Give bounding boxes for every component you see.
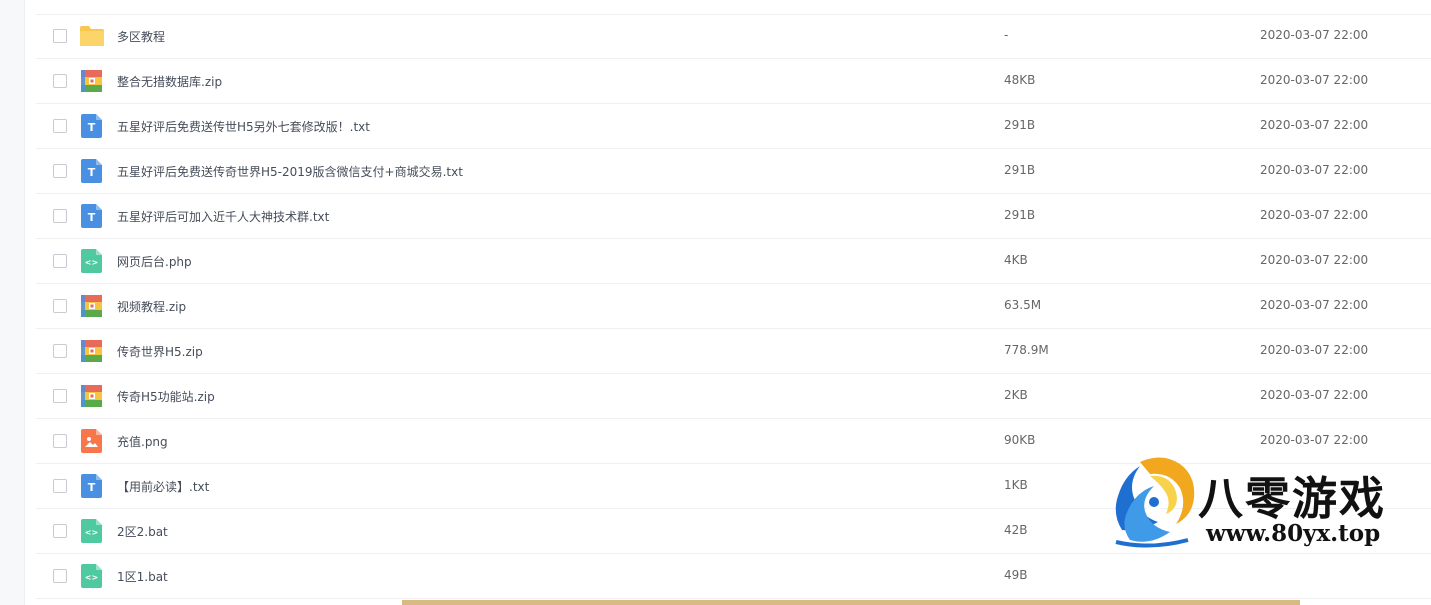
file-size: -	[1004, 28, 1009, 42]
file-row[interactable]: 视频教程.zip 63.5M 2020-03-07 22:00	[36, 284, 1431, 329]
svg-text:T: T	[88, 166, 96, 179]
row-checkbox[interactable]	[53, 164, 67, 178]
row-checkbox[interactable]	[53, 389, 67, 403]
file-row[interactable]: T 五星好评后免费送传世H5另外七套修改版！.txt 291B 2020-03-07 …	[36, 104, 1431, 149]
file-name[interactable]: 充值.png	[117, 433, 168, 450]
row-checkbox[interactable]	[53, 29, 67, 43]
watermark-url: www.80yx.top	[1206, 520, 1381, 547]
text-file-icon: T	[81, 114, 102, 138]
row-checkbox[interactable]	[53, 434, 67, 448]
bottom-accent-bar	[402, 600, 1300, 605]
left-gutter	[0, 0, 25, 605]
row-checkbox[interactable]	[53, 524, 67, 538]
zip-icon	[81, 70, 102, 92]
file-name[interactable]: 整合无措数据库.zip	[117, 73, 222, 90]
svg-text:T: T	[88, 121, 96, 134]
folder-icon	[80, 26, 104, 46]
file-name[interactable]: 网页后台.php	[117, 253, 192, 270]
file-name[interactable]: 视频教程.zip	[117, 298, 186, 315]
file-size: 4KB	[1004, 253, 1028, 267]
file-size: 291B	[1004, 163, 1036, 177]
file-modified-date: 2020-03-07 22:00	[1260, 73, 1369, 87]
code-file-icon: <>	[81, 519, 102, 543]
file-modified-date: 2020-03-07 22:00	[1260, 28, 1369, 42]
file-size: 291B	[1004, 208, 1036, 222]
file-name[interactable]: 传奇世界H5.zip	[117, 343, 203, 360]
watermark-title: 八零游戏	[1198, 472, 1387, 525]
file-modified-date: 2020-03-07 22:00	[1260, 298, 1369, 312]
file-row[interactable]: 传奇世界H5.zip 778.9M 2020-03-07 22:00	[36, 329, 1431, 374]
file-name[interactable]: 2区2.bat	[117, 523, 168, 540]
svg-text:<>: <>	[85, 528, 98, 537]
file-size: 2KB	[1004, 388, 1028, 402]
watermark: 八零游戏 www.80yx.top	[1110, 452, 1420, 552]
file-row[interactable]: T 五星好评后免费送传奇世界H5-2019版含微信支付+商城交易.txt 291B 2…	[36, 149, 1431, 194]
code-file-icon: <>	[81, 564, 102, 588]
text-file-icon: T	[81, 204, 102, 228]
row-checkbox[interactable]	[53, 209, 67, 223]
row-checkbox[interactable]	[53, 254, 67, 268]
row-checkbox[interactable]	[53, 569, 67, 583]
file-size: 1KB	[1004, 478, 1028, 492]
file-modified-date: 2020-03-07 22:00	[1260, 433, 1369, 447]
file-list-header	[36, 0, 1431, 15]
row-checkbox[interactable]	[53, 344, 67, 358]
file-name[interactable]: 五星好评后免费送传世H5另外七套修改版！.txt	[117, 118, 370, 135]
svg-text:T: T	[88, 211, 96, 224]
file-modified-date: 2020-03-07 22:00	[1260, 118, 1369, 132]
zip-icon	[81, 385, 102, 407]
file-size: 49B	[1004, 568, 1028, 582]
file-size: 778.9M	[1004, 343, 1049, 357]
text-file-icon: T	[81, 159, 102, 183]
watermark-logo-icon	[1115, 457, 1195, 548]
svg-text:<>: <>	[85, 258, 98, 267]
file-row[interactable]: <> 1区1.bat 49B	[36, 554, 1431, 599]
zip-icon	[81, 295, 102, 317]
image-file-icon	[81, 429, 102, 453]
svg-text:T: T	[88, 481, 96, 494]
file-modified-date: 2020-03-07 22:00	[1260, 388, 1369, 402]
file-row[interactable]: T 五星好评后可加入近千人大神技术群.txt 291B 2020-03-07 22:0…	[36, 194, 1431, 239]
file-size: 63.5M	[1004, 298, 1042, 312]
file-row[interactable]: <> 网页后台.php 4KB 2020-03-07 22:00	[36, 239, 1431, 284]
file-name[interactable]: 五星好评后可加入近千人大神技术群.txt	[117, 208, 329, 225]
file-row[interactable]: 整合无措数据库.zip 48KB 2020-03-07 22:00	[36, 59, 1431, 104]
file-size: 42B	[1004, 523, 1028, 537]
file-name[interactable]: 传奇H5功能站.zip	[117, 388, 215, 405]
row-checkbox[interactable]	[53, 479, 67, 493]
file-name[interactable]: 【用前必读】.txt	[117, 478, 209, 495]
file-name[interactable]: 多区教程	[117, 28, 165, 45]
code-file-icon: <>	[81, 249, 102, 273]
file-modified-date: 2020-03-07 22:00	[1260, 253, 1369, 267]
row-checkbox[interactable]	[53, 299, 67, 313]
svg-text:<>: <>	[85, 573, 98, 582]
file-name[interactable]: 1区1.bat	[117, 568, 168, 585]
file-name[interactable]: 五星好评后免费送传奇世界H5-2019版含微信支付+商城交易.txt	[117, 163, 463, 180]
file-row[interactable]: 传奇H5功能站.zip 2KB 2020-03-07 22:00	[36, 374, 1431, 419]
file-size: 48KB	[1004, 73, 1036, 87]
file-modified-date: 2020-03-07 22:00	[1260, 343, 1369, 357]
text-file-icon: T	[81, 474, 102, 498]
file-row[interactable]: 多区教程 - 2020-03-07 22:00	[36, 14, 1431, 59]
file-modified-date: 2020-03-07 22:00	[1260, 208, 1369, 222]
file-modified-date: 2020-03-07 22:00	[1260, 163, 1369, 177]
file-size: 90KB	[1004, 433, 1036, 447]
file-size: 291B	[1004, 118, 1036, 132]
zip-icon	[81, 340, 102, 362]
row-checkbox[interactable]	[53, 74, 67, 88]
row-checkbox[interactable]	[53, 119, 67, 133]
